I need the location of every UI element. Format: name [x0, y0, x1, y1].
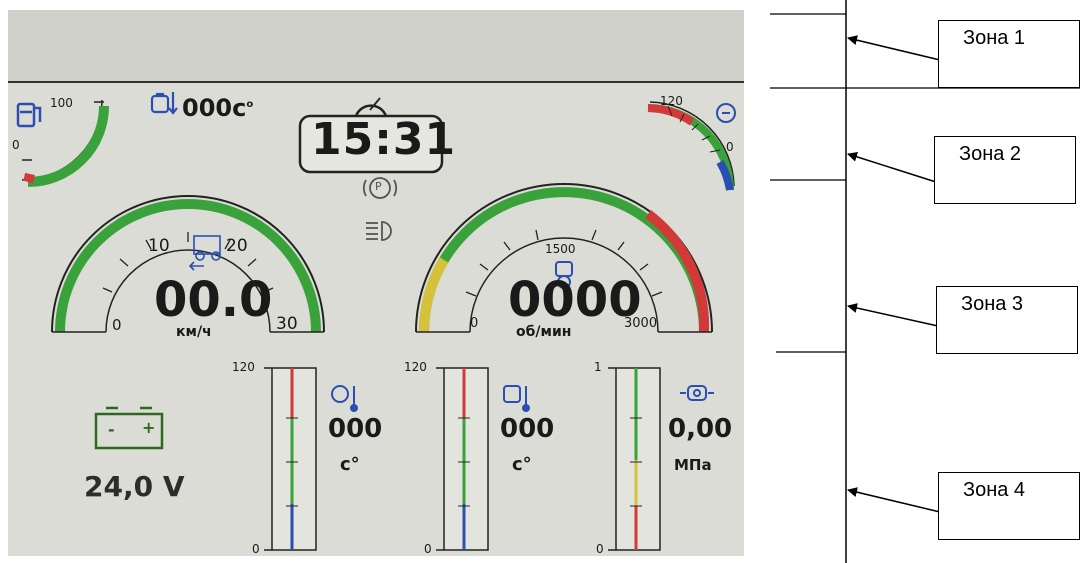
dashboard-screen: 100 0 000co 15:31 P 120 0 0 10 20 30 00.… — [8, 10, 744, 556]
oil-temp-gauge-max-label: 120 — [660, 94, 683, 108]
oil-pressure-icon — [680, 385, 714, 401]
zone-1-box: Зона 1 — [938, 20, 1080, 88]
zone-4-arrow — [847, 487, 941, 513]
oil-temp-gauge-min-label: 0 — [726, 140, 734, 154]
bar1-value: 000 — [328, 414, 383, 444]
battery-plus-label: + — [142, 418, 156, 437]
engine-hours-value: 000co — [182, 94, 253, 122]
fuel-gauge-min-label: 0 — [12, 138, 20, 152]
fuel-pump-icon — [16, 102, 42, 128]
speed-value: 00.0 — [154, 272, 273, 328]
parking-brake-label: P — [375, 180, 382, 193]
bar-gauge-transmission — [264, 367, 317, 551]
bar1-max-label: 120 — [232, 360, 255, 374]
bar2-unit: c° — [512, 454, 532, 475]
engine-hours-icon — [150, 92, 178, 115]
fuel-gauge-max-label: 100 — [50, 96, 73, 110]
speed-tick-10: 10 — [148, 236, 170, 256]
rpm-value: 0000 — [508, 272, 642, 328]
rpm-tick-0: 0 — [470, 316, 479, 331]
bar-gauge-oil-pressure — [608, 367, 661, 551]
zone-3-label: Зона 3 — [961, 293, 1024, 315]
rpm-unit: об/мин — [516, 324, 572, 340]
bar1-min-label: 0 — [252, 542, 260, 556]
bar2-max-label: 120 — [404, 360, 427, 374]
zone-3-arrow — [847, 303, 939, 327]
tractor-speed-icon — [188, 235, 221, 271]
battery-voltage: 24,0 V — [84, 470, 185, 503]
bar-gauge-coolant — [436, 367, 489, 551]
coolant-temp-icon — [503, 385, 530, 412]
zone-1-label: Зона 1 — [963, 27, 1026, 49]
oil-temp-small-gauge — [647, 101, 735, 191]
zone-1-arrow — [847, 35, 941, 61]
top-strip — [8, 10, 744, 82]
bar2-value: 000 — [500, 414, 555, 444]
transmission-temp-icon — [331, 385, 358, 412]
zone-2-label: Зона 2 — [959, 143, 1022, 165]
zone-3-box: Зона 3 — [936, 286, 1078, 354]
rpm-tick-1500: 1500 — [545, 242, 576, 256]
speed-tick-0: 0 — [112, 316, 122, 334]
bar2-min-label: 0 — [424, 542, 432, 556]
zone-2-arrow — [847, 151, 937, 183]
speed-tick-20: 20 — [226, 236, 248, 256]
bar3-max-label: 1 — [594, 360, 602, 374]
bar3-value: 0,00 — [668, 414, 733, 444]
engine-hours-unit-sup: o — [246, 99, 254, 110]
bar3-min-label: 0 — [596, 542, 604, 556]
battery-minus-label: - — [108, 420, 115, 439]
bar1-unit: c° — [340, 454, 360, 475]
headlight-indicator — [366, 221, 392, 241]
speed-tick-30: 30 — [276, 314, 298, 334]
clock-time: 15:31 — [311, 114, 457, 165]
speed-unit: км/ч — [176, 324, 212, 340]
zone-4-label: Зона 4 — [963, 479, 1026, 501]
oil-temp-icon — [716, 103, 736, 123]
engine-hours-number: 000c — [182, 94, 247, 122]
bar3-unit: МПа — [674, 456, 712, 474]
zone-2-box: Зона 2 — [934, 136, 1076, 204]
zone-4-box: Зона 4 — [938, 472, 1080, 540]
